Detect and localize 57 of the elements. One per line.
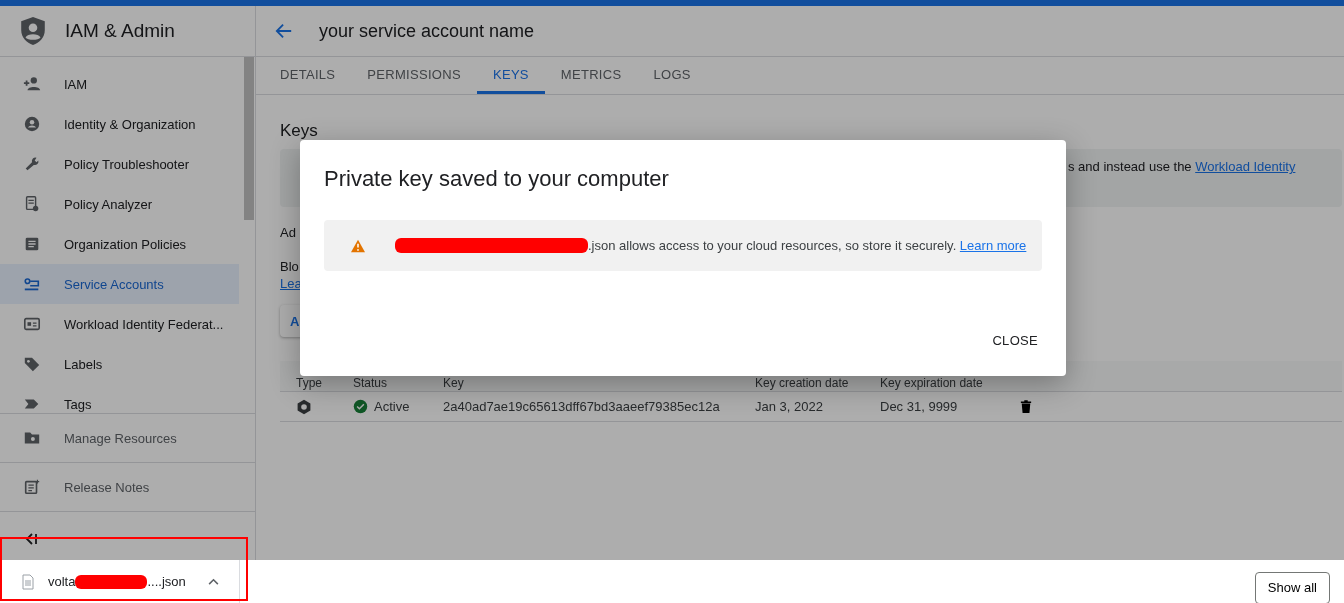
close-button[interactable]: CLOSE xyxy=(988,327,1042,354)
tab[interactable]: DETAILS xyxy=(264,57,352,94)
banner-text: s and instead use the Workload Identity xyxy=(1068,159,1296,176)
sidebar-item[interactable]: Service Accounts xyxy=(0,264,239,304)
collapse-icon[interactable] xyxy=(24,532,38,546)
check-circle-icon xyxy=(353,399,368,414)
add-person-icon xyxy=(23,75,41,93)
dialog-title: Private key saved to your computer xyxy=(324,166,670,192)
column-header: Key creation date xyxy=(755,376,850,390)
id-card-icon xyxy=(23,315,41,333)
body-text: Blo xyxy=(280,259,300,274)
key-card-icon xyxy=(23,275,41,293)
product-title: IAM & Admin xyxy=(65,20,175,42)
back-arrow-icon[interactable] xyxy=(275,22,293,40)
column-header: Key expiration date xyxy=(880,376,984,390)
wrench-icon xyxy=(23,155,41,173)
file-icon xyxy=(22,573,34,590)
sidebar-item[interactable]: Policy Analyzer xyxy=(0,184,239,224)
sidebar-item[interactable]: Release Notes xyxy=(0,463,255,512)
sidebar-item[interactable]: Identity & Organization xyxy=(0,104,239,144)
document-icon xyxy=(23,195,41,213)
tab[interactable]: KEYS xyxy=(476,57,545,94)
gear-icon xyxy=(296,398,312,415)
sidebar-item[interactable]: IAM xyxy=(0,64,239,104)
page-title: your service account name xyxy=(319,20,535,42)
tab[interactable]: LOGS xyxy=(637,57,707,94)
table-cell-text: Jan 3, 2022 xyxy=(755,399,824,414)
table-cell-text: 2a40ad7ae19c65613dff67bd3aaeef79385ec12a xyxy=(443,399,721,414)
caret-icon[interactable] xyxy=(207,578,219,585)
sidebar-item[interactable]: Organization Policies xyxy=(0,224,239,264)
body-text: Ad xyxy=(280,225,297,240)
shield-icon xyxy=(20,16,46,46)
table-cell-text: Dec 31, 9999 xyxy=(880,399,959,414)
sidebar-item[interactable]: Workload Identity Federat... xyxy=(0,304,239,344)
warning-text: .json allows access to your cloud resources, so store it securely. Learn more xyxy=(588,238,1027,253)
tab[interactable]: METRICS xyxy=(544,57,638,94)
learn-more-link[interactable]: Learn more xyxy=(959,238,1027,253)
sidebar-item[interactable]: Policy Troubleshooter xyxy=(0,144,239,184)
link[interactable]: Workload Identity xyxy=(1195,159,1296,174)
sidebar-item[interactable]: Manage Resources xyxy=(0,414,255,463)
tag-icon xyxy=(23,355,41,373)
file-name: ....json xyxy=(147,574,186,589)
notes-icon xyxy=(23,478,41,496)
section-title: Keys xyxy=(280,121,319,141)
person-circle-icon xyxy=(23,115,41,133)
tab[interactable]: PERMISSIONS xyxy=(351,57,477,94)
sidebar-item[interactable]: Labels xyxy=(0,344,239,384)
show-all-button[interactable]: Show all xyxy=(1254,571,1330,603)
status-text: Active xyxy=(374,399,410,414)
file-name: volta xyxy=(48,574,76,589)
sidebar-item[interactable]: Tags xyxy=(0,384,239,413)
warning-icon xyxy=(350,238,366,253)
column-header: Key xyxy=(443,376,465,390)
trash-icon[interactable] xyxy=(1020,399,1032,414)
column-header: Type xyxy=(296,376,323,390)
column-header: Status xyxy=(353,376,389,390)
list-document-icon xyxy=(23,235,41,253)
